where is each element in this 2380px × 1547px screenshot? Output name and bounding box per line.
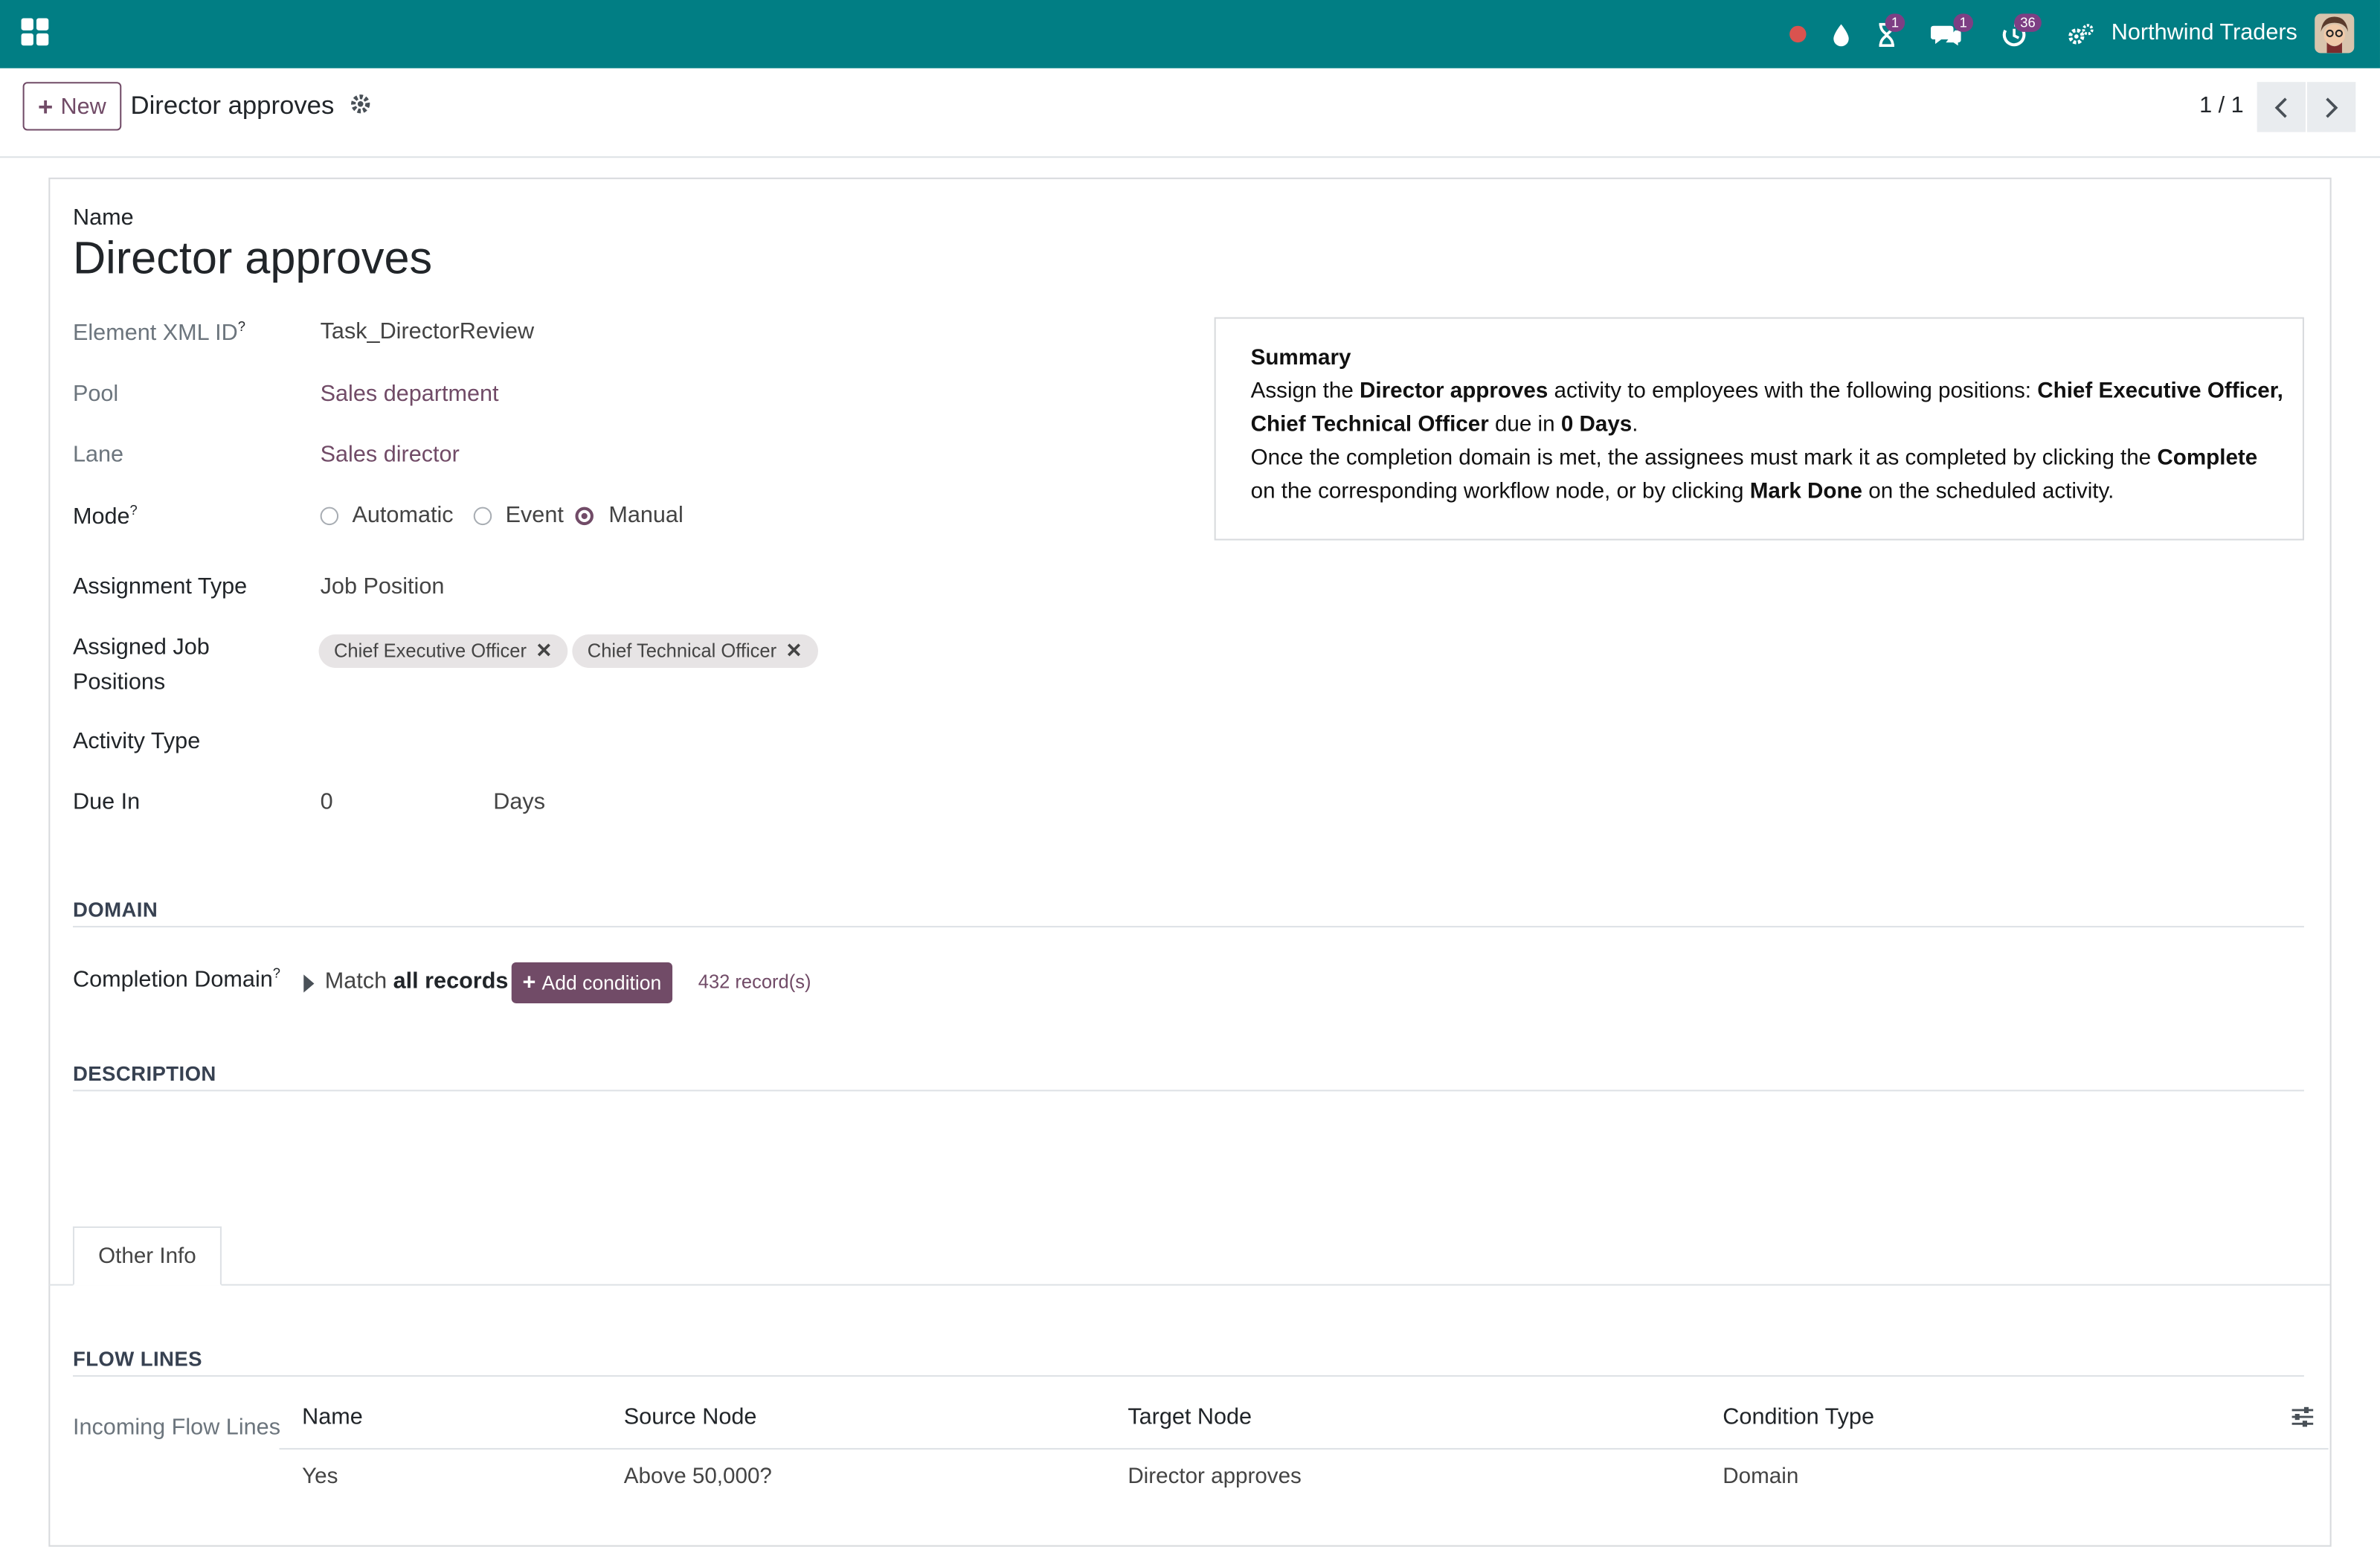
activity-type-label: Activity Type: [72, 728, 201, 755]
summary-line: on the corresponding workflow node, or b…: [1250, 479, 2114, 504]
mode-manual-label[interactable]: Manual: [608, 503, 683, 529]
clock-badge: 36: [2014, 13, 2042, 32]
incoming-flow-lines-label: Incoming Flow Lines: [72, 1415, 281, 1441]
domain-section-divider: [72, 925, 2304, 927]
column-header-source-node[interactable]: Source Node: [624, 1404, 757, 1430]
caret-right-icon[interactable]: [303, 973, 315, 997]
optional-columns-sliders-icon[interactable]: [2291, 1406, 2315, 1433]
flow-lines-section-title: FLOW LINES: [72, 1348, 202, 1371]
pager-previous-button[interactable]: [2257, 82, 2306, 132]
chevron-right-icon: [2326, 97, 2338, 118]
domain-record-count-link[interactable]: 432 record(s): [698, 971, 811, 993]
remove-tag-icon[interactable]: ✕: [785, 639, 802, 663]
top-navbar: 1 1 36 Northwind Traders: [0, 0, 2380, 68]
clock-icon[interactable]: [1999, 0, 2030, 68]
activity-type-field[interactable]: [321, 719, 1171, 762]
table-cell: Above 50,000?: [623, 1464, 772, 1490]
recording-indicator-icon[interactable]: [1784, 0, 1811, 68]
summary-box: Summary Assign the Director approves act…: [1214, 317, 2304, 541]
assignment-type-value: Job Position: [320, 573, 445, 600]
pager-value[interactable]: 1 / 1: [2199, 92, 2244, 118]
assigned-positions-label-line1: Assigned Job: [72, 634, 210, 660]
table-cell: Director approves: [1128, 1464, 1302, 1490]
mode-label: Mode?: [72, 502, 138, 530]
user-avatar[interactable]: [2315, 13, 2355, 54]
xml-id-label: Element XML ID?: [72, 318, 245, 347]
description-section-title: DESCRIPTION: [72, 1062, 216, 1086]
plus-icon: +: [522, 970, 536, 996]
settings-icon[interactable]: [2066, 0, 2097, 68]
column-header-condition-type[interactable]: Condition Type: [1723, 1404, 1874, 1430]
app-root: 1 1 36 Northwind Traders + New Director …: [0, 0, 2380, 1547]
plus-icon: +: [38, 91, 54, 121]
completion-domain-label: Completion Domain?: [72, 965, 281, 993]
due-in-label: Due In: [72, 789, 141, 815]
new-button[interactable]: + New: [22, 82, 122, 131]
mode-manual-radio[interactable]: [575, 506, 594, 526]
domain-section-title: DOMAIN: [72, 898, 158, 922]
assignment-type-label: Assignment Type: [72, 573, 248, 600]
mode-automatic-radio[interactable]: [320, 506, 339, 526]
app-menu-icon[interactable]: [21, 18, 49, 46]
lane-label: Lane: [72, 441, 124, 468]
name-label: Name: [72, 205, 134, 231]
activities-badge: 1: [1885, 13, 1905, 32]
position-tag-label: Chief Executive Officer: [333, 640, 527, 662]
pager-next-button[interactable]: [2307, 82, 2356, 132]
lane-link[interactable]: Sales director: [321, 442, 460, 468]
add-condition-label: Add condition: [541, 971, 662, 994]
add-condition-button[interactable]: + Add condition: [511, 962, 673, 1003]
company-switcher[interactable]: Northwind Traders: [2112, 20, 2297, 46]
summary-line: Assign the Director approves activity to…: [1250, 379, 2283, 404]
due-in-value[interactable]: 0: [321, 789, 333, 815]
summary-line: Once the completion domain is met, the a…: [1250, 446, 2258, 471]
remove-tag-icon[interactable]: ✕: [536, 639, 552, 663]
breadcrumb-current: Director approves: [130, 91, 335, 120]
new-button-label: New: [60, 93, 106, 120]
position-tag: Chief Executive Officer ✕: [318, 634, 567, 668]
domain-match-text[interactable]: Match all records: [325, 968, 509, 994]
assigned-positions-label-line2: Positions: [72, 669, 166, 695]
table-cell: Yes: [302, 1464, 338, 1490]
summary-line: Chief Technical Officer due in 0 Days.: [1250, 413, 1638, 437]
drop-icon[interactable]: [1827, 0, 1855, 68]
mode-automatic-label[interactable]: Automatic: [352, 503, 453, 529]
table-cell: Domain: [1723, 1464, 1799, 1490]
summary-title: Summary: [1250, 346, 1351, 370]
table-header-divider: [279, 1447, 2329, 1450]
activities-icon[interactable]: [1871, 0, 1902, 68]
messages-badge: 1: [1953, 13, 1974, 32]
mode-event-radio[interactable]: [473, 506, 492, 526]
column-header-target-node[interactable]: Target Node: [1128, 1404, 1252, 1430]
record-actions-gear-icon[interactable]: [349, 92, 372, 120]
name-field[interactable]: Director approves: [73, 234, 432, 285]
tab-other-info[interactable]: Other Info: [72, 1226, 222, 1286]
messages-icon[interactable]: [1929, 0, 1963, 68]
column-header-name[interactable]: Name: [302, 1404, 363, 1430]
tabs-divider: [48, 1284, 2330, 1286]
pool-label: Pool: [72, 381, 119, 407]
position-tag: Chief Technical Officer ✕: [572, 634, 818, 668]
xml-id-value: Task_DirectorReview: [320, 318, 535, 345]
description-section-divider: [72, 1090, 2304, 1092]
mode-event-label[interactable]: Event: [506, 503, 564, 529]
control-panel: + New Director approves 1 / 1: [0, 68, 2380, 158]
description-editor[interactable]: [73, 1102, 2304, 1209]
chevron-left-icon: [2274, 97, 2287, 118]
flow-lines-divider: [72, 1374, 2304, 1377]
position-tag-label: Chief Technical Officer: [587, 640, 777, 662]
due-in-unit[interactable]: Days: [493, 789, 545, 815]
pool-link[interactable]: Sales department: [321, 381, 499, 407]
